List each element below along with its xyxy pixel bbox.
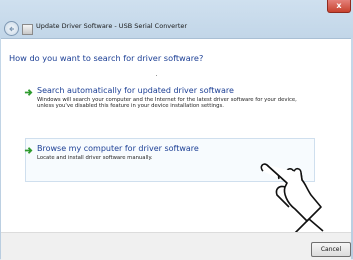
option-title: Browse my computer for driver software bbox=[37, 144, 199, 153]
option-title: Search automatically for updated driver … bbox=[37, 86, 234, 95]
green-arrow-icon bbox=[24, 89, 33, 96]
option-search-automatically[interactable]: Search automatically for updated driver … bbox=[24, 86, 307, 110]
page-heading: How do you want to search for driver sof… bbox=[9, 53, 204, 63]
pointing-hand-icon bbox=[260, 163, 324, 234]
separator-dot bbox=[156, 75, 157, 76]
option-description: Windows will search your computer and th… bbox=[37, 97, 297, 110]
title-bar: x Update Driver Software - USB Serial Co… bbox=[0, 0, 353, 38]
dialog-window: x Update Driver Software - USB Serial Co… bbox=[0, 0, 353, 260]
back-button[interactable] bbox=[4, 21, 19, 36]
content-area: How do you want to search for driver sof… bbox=[1, 38, 351, 234]
window-title: Update Driver Software - USB Serial Conv… bbox=[36, 22, 188, 30]
back-arrow-icon bbox=[8, 26, 14, 31]
green-arrow-icon bbox=[24, 147, 33, 154]
device-icon bbox=[22, 24, 33, 35]
cancel-button[interactable]: Cancel bbox=[311, 242, 351, 257]
footer-bar: Cancel bbox=[1, 232, 351, 260]
close-button[interactable]: x bbox=[327, 0, 351, 13]
close-icon: x bbox=[336, 1, 342, 10]
